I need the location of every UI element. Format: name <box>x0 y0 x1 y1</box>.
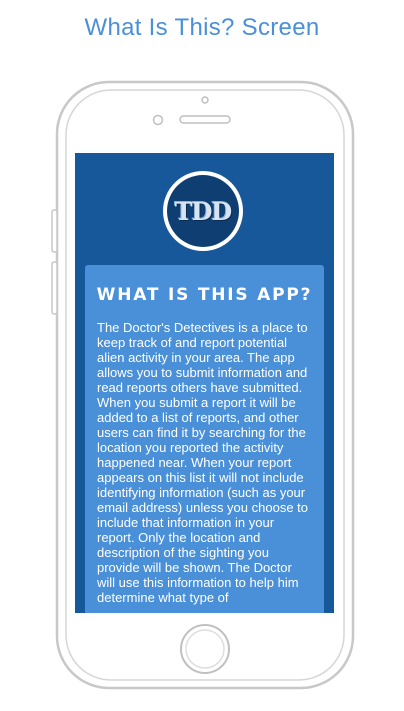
logo-badge: TDD <box>167 175 239 247</box>
phone-home-button-outer <box>180 624 230 674</box>
phone-top-sensor <box>201 96 209 104</box>
card-body-text: The Doctor's Detectives is a place to ke… <box>97 320 309 605</box>
phone-side-button-left-1 <box>51 209 58 253</box>
card-title: WHAT IS THIS APP? <box>96 285 313 305</box>
info-card[interactable]: WHAT IS THIS APP? The Doctor's Detective… <box>85 265 324 613</box>
logo-text: TDD <box>174 196 232 226</box>
phone-side-button-left-2 <box>51 261 58 315</box>
app-logo: TDD <box>163 171 243 251</box>
phone-speaker <box>179 115 231 124</box>
phone-camera <box>152 114 164 126</box>
app-screen: TDD WHAT IS THIS APP? The Doctor's Detec… <box>75 153 334 613</box>
